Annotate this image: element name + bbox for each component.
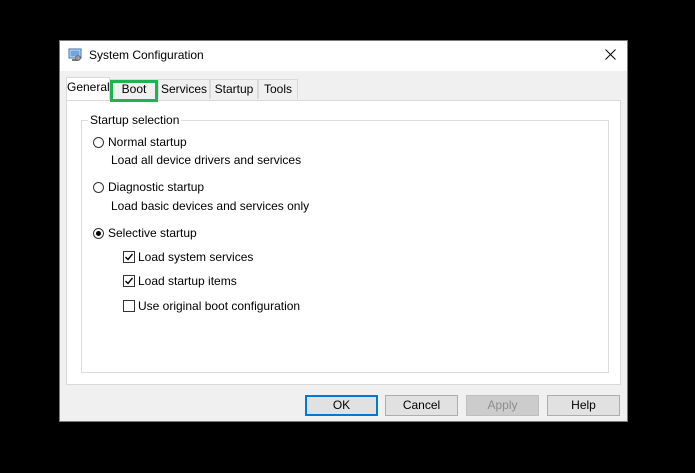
selective-startup-label: Selective startup — [108, 226, 197, 240]
use-original-boot-configuration-label: Use original boot configuration — [138, 299, 301, 313]
selective-startup-radio[interactable] — [93, 227, 104, 239]
normal-startup-option[interactable]: Normal startup — [93, 135, 187, 149]
tab-startup[interactable]: Startup — [210, 79, 258, 99]
close-button[interactable] — [593, 41, 627, 70]
normal-startup-label: Normal startup — [108, 135, 187, 149]
ok-button[interactable]: OK — [305, 395, 378, 416]
diagnostic-startup-radio[interactable] — [93, 181, 104, 193]
general-tab-panel: Startup selection Normal startup Load al… — [66, 100, 621, 385]
load-system-services-label: Load system services — [138, 250, 254, 264]
diagnostic-startup-description: Load basic devices and services only — [111, 199, 310, 213]
normal-startup-description: Load all device drivers and services — [111, 153, 302, 167]
load-startup-items-checkbox[interactable] — [123, 275, 135, 287]
group-legend: Startup selection — [88, 113, 182, 127]
tab-general[interactable]: General — [66, 77, 110, 100]
msconfig-app-icon — [68, 48, 82, 62]
diagnostic-startup-label: Diagnostic startup — [108, 180, 205, 194]
close-icon — [604, 48, 616, 63]
tab-strip: General Boot Services Startup Tools — [66, 77, 326, 100]
load-startup-items-option[interactable]: Load startup items — [123, 274, 237, 288]
title-bar[interactable]: System Configuration — [60, 41, 627, 71]
startup-selection-group: Startup selection Normal startup Load al… — [81, 113, 609, 373]
selective-startup-option[interactable]: Selective startup — [93, 226, 197, 240]
load-system-services-option[interactable]: Load system services — [123, 250, 253, 264]
load-startup-items-label: Load startup items — [138, 274, 237, 288]
use-original-boot-configuration-checkbox[interactable] — [123, 300, 135, 312]
radio-selected-dot — [96, 230, 101, 236]
normal-startup-radio[interactable] — [93, 136, 104, 148]
tab-boot[interactable]: Boot — [110, 79, 158, 99]
checkmark-icon — [125, 277, 134, 285]
tab-tools[interactable]: Tools — [258, 79, 298, 99]
apply-button[interactable]: Apply — [466, 395, 539, 416]
tab-services[interactable]: Services — [158, 79, 210, 99]
use-original-boot-configuration-option[interactable]: Use original boot configuration — [123, 299, 300, 313]
load-system-services-checkbox[interactable] — [123, 251, 135, 263]
window-title: System Configuration — [89, 48, 204, 62]
help-button[interactable]: Help — [547, 395, 620, 416]
checkmark-icon — [125, 253, 134, 261]
diagnostic-startup-option[interactable]: Diagnostic startup — [93, 180, 204, 194]
cancel-button[interactable]: Cancel — [385, 395, 458, 416]
system-configuration-window: System Configuration General Boot Servic… — [59, 40, 628, 422]
